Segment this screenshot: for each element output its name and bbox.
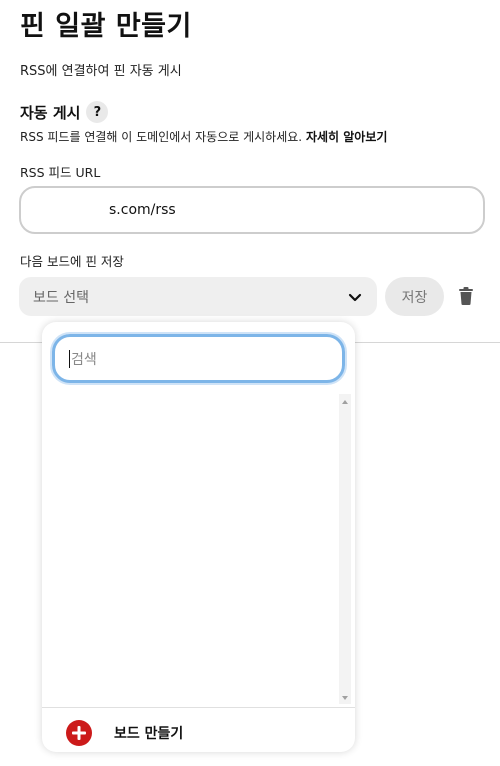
board-dropdown: 검색 보드 만들기 (42, 322, 355, 752)
plus-icon (66, 720, 92, 746)
text-caret (69, 349, 70, 368)
chevron-down-icon (348, 293, 362, 301)
help-button[interactable]: ? (86, 101, 109, 123)
auto-post-description: RSS 피드를 연결해 이 도메인에서 자동으로 게시하세요. 자세히 알아보기 (20, 128, 387, 145)
save-button[interactable]: 저장 (385, 277, 444, 316)
redacted-url-part (37, 201, 109, 219)
page-subtitle: RSS에 연결하여 핀 자동 게시 (20, 64, 182, 79)
create-board-label: 보드 만들기 (114, 726, 184, 742)
dropdown-divider (42, 707, 355, 708)
board-select[interactable]: 보드 선택 (19, 277, 377, 316)
scroll-up-arrow[interactable] (342, 400, 348, 404)
scroll-down-arrow[interactable] (342, 696, 348, 700)
create-board-button[interactable]: 보드 만들기 (66, 720, 183, 746)
scrollbar[interactable] (339, 394, 351, 704)
auto-post-title: 자동 게시 (20, 103, 81, 122)
divider (355, 342, 500, 343)
description-text: RSS 피드를 연결해 이 도메인에서 자동으로 게시하세요. (20, 130, 303, 144)
board-select-value: 보드 선택 (33, 289, 89, 306)
search-placeholder: 검색 (71, 351, 97, 368)
auto-post-heading: 자동 게시 ? (20, 101, 109, 123)
page-title: 핀 일괄 만들기 (20, 11, 192, 42)
rss-url-input[interactable]: s.com/rss (19, 186, 485, 234)
plus-glyph (72, 726, 86, 740)
search-input[interactable]: 검색 (52, 334, 345, 383)
board-label: 다음 보드에 핀 저장 (20, 254, 124, 269)
trash-icon[interactable] (458, 287, 474, 305)
divider (0, 342, 42, 343)
rss-url-label: RSS 피드 URL (20, 165, 101, 180)
learn-more-link[interactable]: 자세히 알아보기 (306, 130, 387, 144)
rss-url-value: s.com/rss (109, 202, 176, 218)
